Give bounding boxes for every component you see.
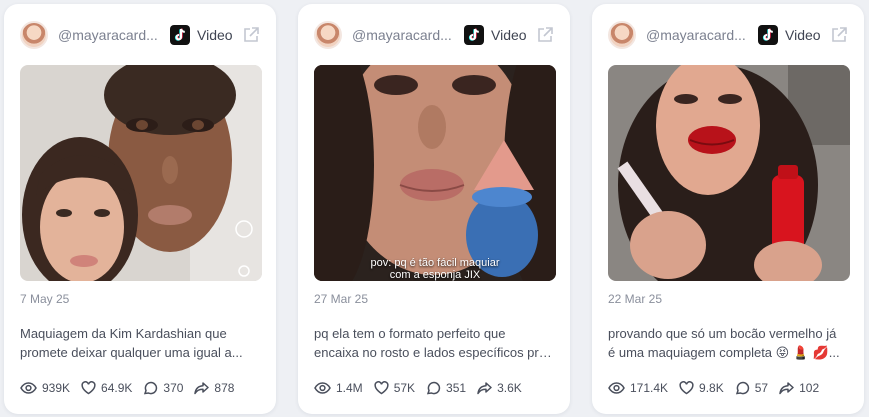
overlay-line: pov: pq é tão fácil maquiar	[370, 257, 500, 269]
platform-label: Video	[785, 27, 821, 43]
description-line: pq ela tem o formato perfeito que	[314, 326, 506, 341]
post-stats: 1.4M 57K 351 3.6K	[314, 378, 560, 398]
shares-count: 3.6K	[497, 381, 522, 395]
platform-label: Video	[197, 27, 233, 43]
external-link-icon[interactable]	[242, 26, 260, 44]
comments-count: 370	[163, 381, 184, 395]
shares-count: 102	[799, 381, 820, 395]
shares-stat: 878	[194, 381, 234, 395]
overlay-line: com a esponja JIX	[389, 269, 481, 281]
description-line: encaixa no rosto e lados específicos pra…	[314, 345, 554, 360]
post-date: 7 May 25	[20, 292, 70, 306]
eye-icon	[608, 382, 625, 394]
description-line: promete deixar qualquer uma igual a...	[20, 345, 243, 360]
avatar[interactable]	[314, 21, 342, 49]
post-description: provando que só um bocão vermelho já é u…	[608, 324, 848, 362]
likes-count: 9.8K	[699, 381, 724, 395]
share-icon	[194, 382, 210, 395]
views-stat: 1.4M	[314, 381, 363, 395]
comment-icon	[426, 381, 441, 395]
views-count: 171.4K	[630, 381, 669, 395]
comment-icon	[144, 381, 158, 395]
post-description: Maquiagem da Kim Kardashian que promete …	[20, 324, 260, 362]
post-stats: 171.4K 9.8K 57 102	[608, 378, 854, 398]
shares-count: 878	[214, 381, 235, 395]
post-header: @mayaracard... Video	[20, 20, 260, 50]
share-icon	[779, 382, 794, 395]
tiktok-icon	[170, 25, 190, 45]
video-thumbnail[interactable]	[608, 65, 850, 281]
creator-handle[interactable]: @mayaracard...	[58, 27, 160, 43]
comments-count: 351	[446, 381, 467, 395]
video-thumbnail[interactable]	[20, 65, 262, 281]
post-card[interactable]: @mayaracard... Video 7 May 25 Maquiagem …	[4, 4, 276, 414]
comments-stat: 57	[735, 381, 768, 395]
video-thumbnail[interactable]: pov: pq é tão fácil maquiar com a esponj…	[314, 65, 556, 281]
tiktok-icon	[464, 25, 484, 45]
likes-count: 57K	[393, 381, 416, 395]
heart-icon	[81, 381, 96, 395]
comments-count: 57	[754, 381, 769, 395]
views-stat: 939K	[20, 381, 70, 395]
post-card[interactable]: @mayaracard... Video pov: pq é tão fácil…	[298, 4, 570, 414]
avatar[interactable]	[608, 21, 636, 49]
tiktok-icon	[758, 25, 778, 45]
likes-stat: 9.8K	[679, 381, 724, 395]
share-icon	[477, 382, 492, 395]
external-link-icon[interactable]	[536, 26, 554, 44]
avatar[interactable]	[20, 21, 48, 49]
post-stats: 939K 64.9K 370 878	[20, 378, 266, 398]
description-line: Maquiagem da Kim Kardashian que	[20, 326, 227, 341]
views-count: 1.4M	[336, 381, 363, 395]
description-line: provando que só um bocão vermelho já	[608, 326, 837, 341]
creator-handle[interactable]: @mayaracard...	[646, 27, 748, 43]
post-date: 27 Mar 25	[314, 292, 369, 306]
post-header: @mayaracard... Video	[314, 20, 554, 50]
likes-stat: 57K	[374, 381, 415, 395]
comments-stat: 351	[426, 381, 466, 395]
shares-stat: 102	[779, 381, 819, 395]
external-link-icon[interactable]	[830, 26, 848, 44]
views-stat: 171.4K	[608, 381, 668, 395]
video-caption-overlay: pov: pq é tão fácil maquiar com a esponj…	[314, 257, 556, 281]
post-card[interactable]: @mayaracard... Video 22 Mar 25 provando …	[592, 4, 864, 414]
creator-handle[interactable]: @mayaracard...	[352, 27, 454, 43]
heart-icon	[374, 381, 389, 395]
comment-icon	[735, 381, 749, 395]
views-count: 939K	[42, 381, 71, 395]
eye-icon	[20, 382, 37, 394]
eye-icon	[314, 382, 331, 394]
shares-stat: 3.6K	[477, 381, 522, 395]
platform-label: Video	[491, 27, 527, 43]
post-date: 22 Mar 25	[608, 292, 663, 306]
likes-stat: 64.9K	[81, 381, 132, 395]
post-header: @mayaracard... Video	[608, 20, 848, 50]
description-line: é uma maquiagem completa 😝 💄 💋...	[608, 345, 840, 360]
heart-icon	[679, 381, 694, 395]
likes-count: 64.9K	[101, 381, 133, 395]
comments-stat: 370	[143, 381, 183, 395]
post-description: pq ela tem o formato perfeito que encaix…	[314, 324, 554, 362]
